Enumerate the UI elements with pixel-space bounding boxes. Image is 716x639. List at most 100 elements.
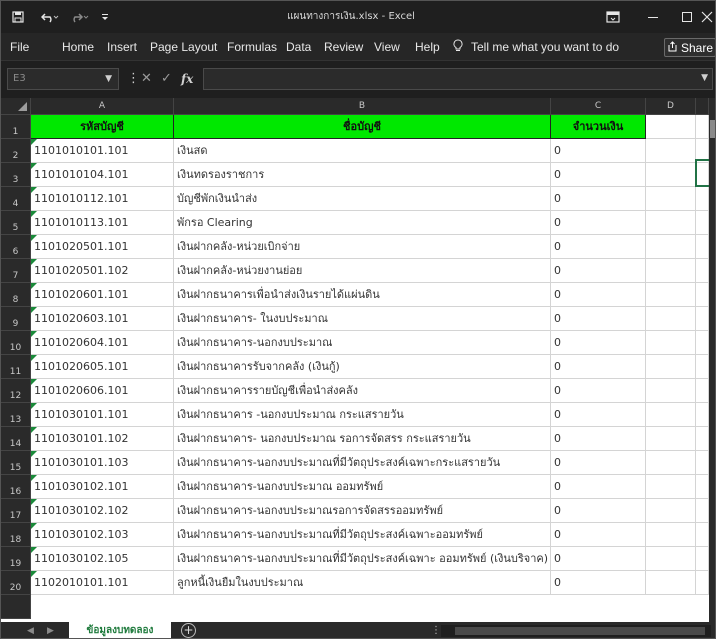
row-header[interactable]: 12 [1,379,31,403]
account-code-cell[interactable]: 1101020603.101 [31,307,174,331]
table-cell[interactable] [696,259,709,283]
table-cell[interactable] [696,475,709,499]
account-name-cell[interactable]: บัญชีพักเงินนำส่ง [174,187,551,211]
table-cell[interactable] [696,523,709,547]
amount-cell[interactable]: 0 [551,427,646,451]
table-cell[interactable] [696,427,709,451]
amount-cell[interactable]: 0 [551,451,646,475]
amount-cell[interactable]: 0 [551,403,646,427]
header-cell-amount[interactable]: จำนวนเงิน [551,115,646,139]
table-cell[interactable] [646,139,696,163]
row-header[interactable]: 3 [1,163,31,187]
amount-cell[interactable]: 0 [551,211,646,235]
select-all-corner[interactable] [1,98,31,115]
redo-icon[interactable] [67,1,93,33]
insert-function-icon[interactable]: fx [181,68,193,90]
amount-cell[interactable]: 0 [551,547,646,571]
account-code-cell[interactable]: 1101020604.101 [31,331,174,355]
add-sheet-icon[interactable]: + [181,623,196,638]
account-name-cell[interactable]: พักรอ Clearing [174,211,551,235]
table-cell[interactable] [646,499,696,523]
row-header[interactable]: 6 [1,235,31,259]
prev-sheet-icon[interactable]: ◀ [27,622,34,638]
tab-split-handle[interactable]: ⋮ [431,622,441,638]
account-code-cell[interactable]: 1101010113.101 [31,211,174,235]
table-cell[interactable] [646,379,696,403]
table-cell[interactable] [646,403,696,427]
account-code-cell[interactable]: 1101030102.102 [31,499,174,523]
account-name-cell[interactable]: เงินฝากธนาคาร- ในงบประมาณ [174,307,551,331]
account-code-cell[interactable]: 1101010101.101 [31,139,174,163]
table-cell[interactable] [696,331,709,355]
account-code-cell[interactable]: 1101030101.102 [31,427,174,451]
account-name-cell[interactable]: เงินฝากคลัง-หน่วยเบิกจ่าย [174,235,551,259]
table-cell[interactable] [696,307,709,331]
column-header-b[interactable]: B [174,98,551,115]
undo-icon[interactable] [37,1,63,33]
account-name-cell[interactable]: เงินสด [174,139,551,163]
amount-cell[interactable]: 0 [551,475,646,499]
row-header[interactable]: 18 [1,523,31,547]
tab-file[interactable]: File [10,33,29,61]
amount-cell[interactable]: 0 [551,523,646,547]
row-header[interactable]: 8 [1,283,31,307]
row-header[interactable]: 20 [1,571,31,595]
account-name-cell[interactable]: เงินฝากธนาคาร-นอกงบประมาณที่มีวัตถุประสง… [174,451,551,475]
table-cell[interactable] [696,235,709,259]
account-code-cell[interactable]: 1101020501.101 [31,235,174,259]
account-name-cell[interactable]: เงินฝากธนาคาร- นอกงบประมาณ รอการจัดสรร ก… [174,427,551,451]
table-cell[interactable] [646,571,696,595]
account-code-cell[interactable]: 1102010101.101 [31,571,174,595]
vertical-scroll-thumb[interactable] [710,120,715,138]
save-icon[interactable] [7,1,29,33]
table-cell[interactable] [696,403,709,427]
enter-icon[interactable]: ✓ [161,68,172,90]
table-cell[interactable] [646,211,696,235]
tab-insert[interactable]: Insert [107,33,137,61]
vertical-scrollbar[interactable] [709,98,715,622]
share-button[interactable]: Share [664,38,715,57]
amount-cell[interactable]: 0 [551,499,646,523]
account-name-cell[interactable]: เงินฝากคลัง-หน่วยงานย่อย [174,259,551,283]
table-cell[interactable] [696,211,709,235]
account-code-cell[interactable]: 1101030102.105 [31,547,174,571]
table-cell[interactable] [646,283,696,307]
amount-cell[interactable]: 0 [551,571,646,595]
table-cell[interactable] [646,331,696,355]
row-header[interactable]: 10 [1,331,31,355]
row-header[interactable]: 2 [1,139,31,163]
amount-cell[interactable]: 0 [551,307,646,331]
account-name-cell[interactable]: เงินฝากธนาคาร -นอกงบประมาณ กระแสรายวัน [174,403,551,427]
account-name-cell[interactable]: เงินฝากธนาคาร-นอกงบประมาณที่มีวัตถุประสง… [174,523,551,547]
row-header[interactable]: 17 [1,499,31,523]
table-cell[interactable] [696,571,709,595]
account-name-cell[interactable]: เงินฝากธนาคาร-นอกงบประมาณรอการจัดสรรออมท… [174,499,551,523]
amount-cell[interactable]: 0 [551,259,646,283]
table-cell[interactable] [696,451,709,475]
column-header-e[interactable] [696,98,709,115]
close-icon[interactable] [697,1,715,33]
account-name-cell[interactable]: เงินฝากธนาคาร-นอกงบประมาณที่มีวัตถุประสง… [174,547,551,571]
customize-toolbar-icon[interactable] [97,1,113,33]
account-code-cell[interactable]: 1101030101.103 [31,451,174,475]
row-header[interactable] [1,595,31,619]
cancel-icon[interactable]: ✕ [141,68,152,90]
tab-formulas[interactable]: Formulas [227,33,277,61]
account-name-cell[interactable]: เงินทดรองราชการ [174,163,551,187]
tell-me-search[interactable]: Tell me what you want to do [453,33,619,61]
amount-cell[interactable]: 0 [551,331,646,355]
table-cell[interactable] [646,547,696,571]
account-name-cell[interactable]: เงินฝากธนาคารรับจากคลัง (เงินกู้) [174,355,551,379]
row-header[interactable]: 4 [1,187,31,211]
horizontal-scroll-thumb[interactable] [455,627,705,635]
table-cell[interactable] [646,427,696,451]
column-header-a[interactable]: A [31,98,174,115]
table-cell[interactable] [696,283,709,307]
row-header[interactable]: 15 [1,451,31,475]
next-sheet-icon[interactable]: ▶ [47,622,54,638]
amount-cell[interactable]: 0 [551,163,646,187]
table-cell[interactable] [696,115,709,139]
tab-home[interactable]: Home [62,33,94,61]
header-cell-account-name[interactable]: ชื่อบัญชี [174,115,551,139]
column-header-c[interactable]: C [551,98,646,115]
